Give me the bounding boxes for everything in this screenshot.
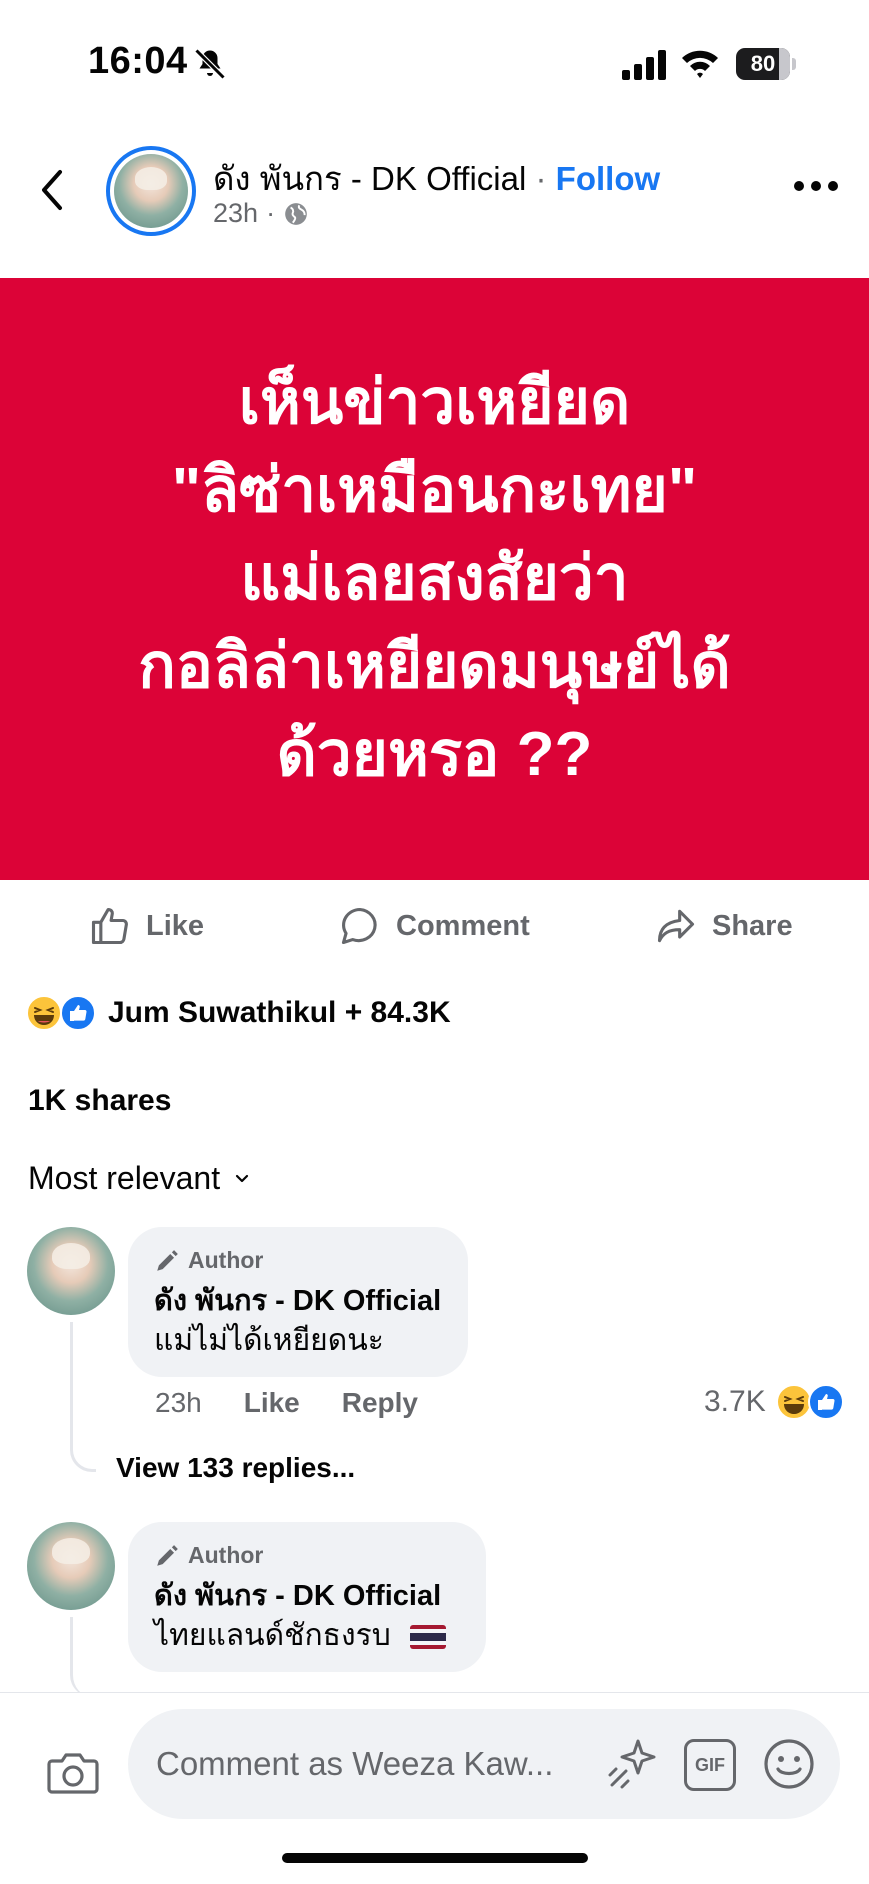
sort-dropdown[interactable]: Most relevant bbox=[28, 1160, 250, 1197]
comment-author-name[interactable]: ดัง พันกร - DK Official bbox=[154, 1282, 442, 1320]
comment-text: แม่ไม่ได้เหยียดนะ bbox=[154, 1324, 384, 1357]
post-meta: 23h · bbox=[213, 198, 309, 229]
comment-button[interactable]: Comment bbox=[338, 890, 530, 962]
author-badge-label: Author bbox=[188, 1542, 264, 1568]
share-label: Share bbox=[712, 909, 793, 942]
thailand-flag-icon bbox=[410, 1625, 447, 1650]
comment-input-placeholder: Comment as Weeza Kaw... bbox=[156, 1745, 554, 1782]
like-label: Like bbox=[146, 909, 205, 942]
author-name[interactable]: ดัง พันกร - DK Official bbox=[213, 160, 526, 197]
back-chevron-icon[interactable] bbox=[34, 166, 70, 214]
gif-icon[interactable]: GIF bbox=[684, 1739, 736, 1791]
camera-icon[interactable] bbox=[46, 1749, 100, 1797]
share-button[interactable]: Share bbox=[654, 890, 793, 962]
comment-bubble[interactable]: Author ดัง พันกร - DK Official แม่ไม่ได้… bbox=[128, 1227, 468, 1377]
author-badge-label: Author bbox=[188, 1247, 264, 1273]
cellular-signal-icon bbox=[622, 50, 666, 80]
bell-slash-icon bbox=[194, 48, 226, 80]
thread-connector bbox=[70, 1617, 96, 1697]
like-button[interactable]: Like bbox=[88, 890, 204, 962]
thread-connector bbox=[70, 1322, 96, 1472]
comment-time: 23h bbox=[155, 1387, 202, 1418]
status-bar: 16:04 80 bbox=[0, 0, 869, 130]
comment-author-name[interactable]: ดัง พันกร - DK Official bbox=[154, 1577, 460, 1615]
commenter-avatar[interactable] bbox=[27, 1522, 115, 1610]
comment-reactions[interactable]: 3.7K bbox=[704, 1384, 844, 1420]
comment-composer: Comment as Weeza Kaw... GIF bbox=[0, 1692, 869, 1884]
author-badge: Author bbox=[154, 1542, 460, 1569]
battery-icon: 80 bbox=[736, 48, 796, 80]
comment-bubble[interactable]: Author ดัง พันกร - DK Official ไทยแลนด์ช… bbox=[128, 1522, 486, 1672]
sort-label: Most relevant bbox=[28, 1160, 221, 1196]
battery-percent: 80 bbox=[750, 51, 776, 76]
comment-like-button[interactable]: Like bbox=[244, 1387, 300, 1419]
post-text-line: เห็นข่าวเหยียด bbox=[238, 368, 631, 437]
comment-reaction-count: 3.7K bbox=[704, 1385, 766, 1418]
post-time: 23h bbox=[213, 198, 259, 228]
reactions-summary[interactable]: Jum Suwathikul + 84.3K bbox=[26, 990, 451, 1036]
gif-label: GIF bbox=[695, 1754, 725, 1775]
globe-icon bbox=[285, 202, 307, 225]
thumbs-up-icon bbox=[91, 907, 128, 945]
haha-reaction-icon bbox=[26, 995, 62, 1031]
pen-icon bbox=[157, 1544, 178, 1566]
view-replies-link[interactable]: View 133 replies... bbox=[116, 1452, 355, 1484]
post-text-line: แม่เลยสงสัยว่า bbox=[240, 544, 629, 613]
comment-input[interactable]: Comment as Weeza Kaw... GIF bbox=[128, 1709, 840, 1819]
comment-text: ไทยแลนด์ชักธงรบ bbox=[154, 1619, 391, 1652]
author-badge: Author bbox=[154, 1247, 442, 1274]
shares-count[interactable]: 1K shares bbox=[28, 1084, 171, 1118]
sparkle-sticker-icon[interactable] bbox=[604, 1735, 662, 1793]
comment-text-row: ไทยแลนด์ชักธงรบ bbox=[154, 1615, 460, 1657]
separator-dot: · bbox=[535, 160, 547, 197]
author-avatar[interactable] bbox=[106, 146, 196, 236]
like-reaction-icon bbox=[60, 995, 96, 1031]
comment-reply-button[interactable]: Reply bbox=[342, 1387, 418, 1419]
like-reaction-icon bbox=[807, 1384, 844, 1420]
post-actions: Like Comment Share bbox=[0, 890, 869, 962]
comment-meta: 23h Like Reply bbox=[155, 1387, 460, 1419]
post-text-line: กอลิล่าเหยียดมนุษย์ได้ bbox=[138, 632, 731, 701]
meta-dot: · bbox=[266, 198, 276, 228]
wifi-icon bbox=[682, 50, 718, 78]
home-indicator[interactable] bbox=[282, 1853, 588, 1863]
commenter-avatar[interactable] bbox=[27, 1227, 115, 1315]
comment-bubble-icon bbox=[341, 907, 377, 945]
follow-button[interactable]: Follow bbox=[556, 160, 660, 197]
share-arrow-icon bbox=[657, 909, 695, 943]
chevron-down-icon bbox=[235, 1174, 249, 1182]
haha-reaction-icon bbox=[775, 1384, 812, 1420]
post-text-line: "ลิซ่าเหมือนกะเทย" bbox=[171, 456, 698, 525]
pen-icon bbox=[157, 1249, 178, 1271]
emoji-icon[interactable] bbox=[762, 1737, 816, 1791]
reactions-text: Jum Suwathikul + 84.3K bbox=[108, 996, 451, 1029]
comment-label: Comment bbox=[396, 909, 530, 942]
more-options-icon[interactable] bbox=[792, 178, 840, 194]
post-text-line: ด้วยหรอ ?? bbox=[276, 720, 593, 789]
clock: 16:04 bbox=[88, 40, 188, 82]
post-image[interactable]: เห็นข่าวเหยียด "ลิซ่าเหมือนกะเทย" แม่เลย… bbox=[0, 278, 869, 880]
